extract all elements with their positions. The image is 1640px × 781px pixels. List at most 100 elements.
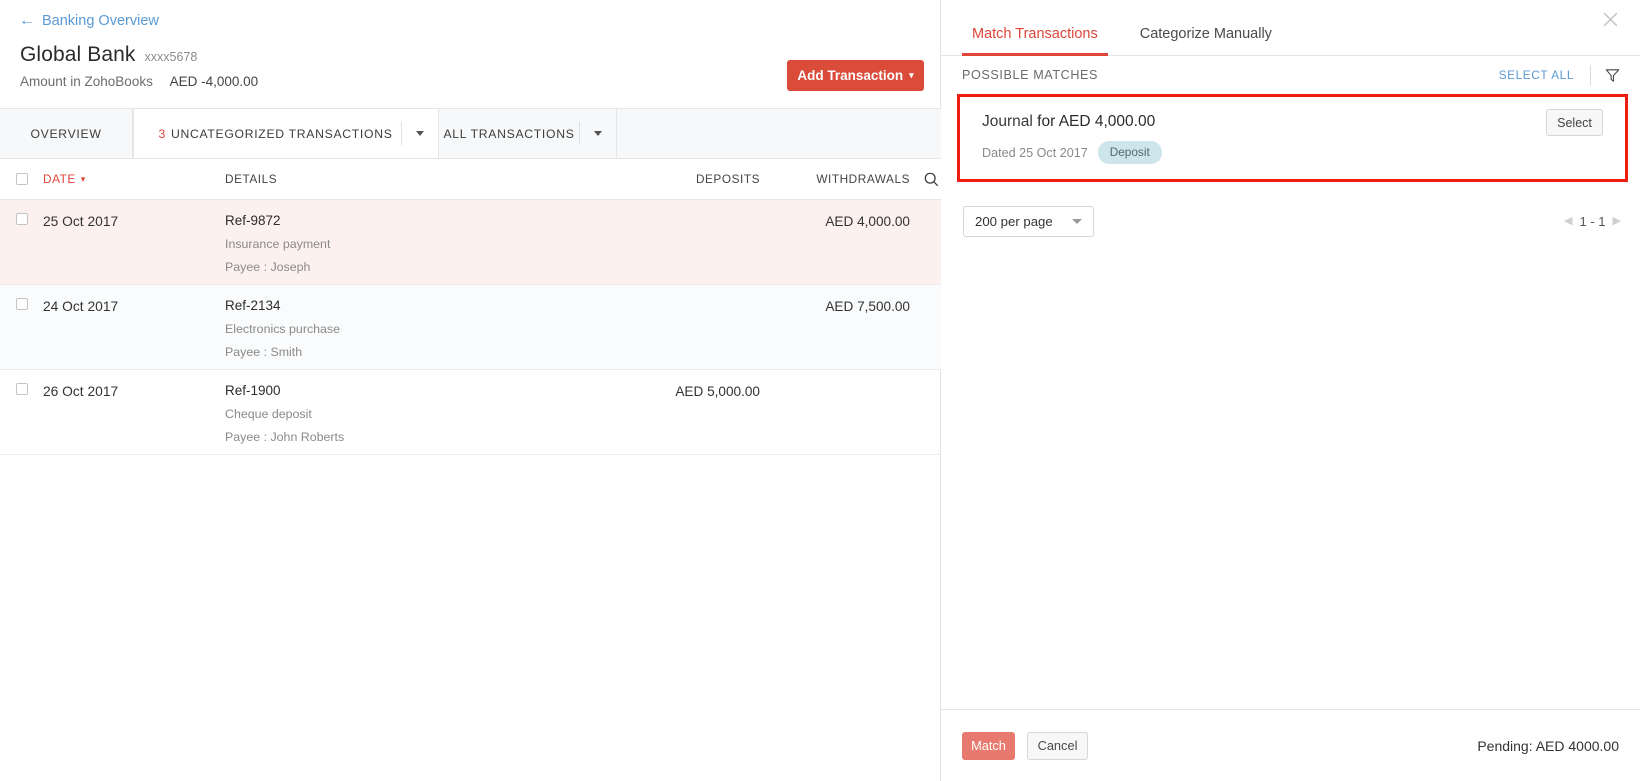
row-date: 24 Oct 2017 (43, 299, 119, 314)
table-search[interactable] (910, 172, 941, 187)
chevron-down-icon (593, 131, 602, 136)
filter-funnel-icon (1605, 68, 1620, 82)
row-date: 26 Oct 2017 (43, 384, 119, 399)
search-icon (924, 172, 939, 186)
page-range-controls: ◀ 1 - 1 ▶ (1564, 214, 1621, 229)
page-title: Global Bank (20, 43, 136, 66)
match-panel-footer: Match Cancel Pending: AED 4000.00 (941, 709, 1640, 781)
tab-overview-label: OVERVIEW (30, 126, 102, 141)
table-row[interactable]: 26 Oct 2017 Ref-1900 Cheque deposit Paye… (0, 370, 941, 455)
uncategorized-count: 3 (158, 126, 166, 141)
row-deposit: AED 5,000.00 (675, 384, 760, 399)
sort-descending-icon: ▾ (80, 173, 86, 184)
match-panel-tabbar: Match Transactions Categorize Manually (941, 0, 1640, 56)
status-badge: Deposit (1097, 141, 1162, 164)
divider (1590, 64, 1591, 86)
tab-uncategorized-transactions[interactable]: 3 UNCATEGORIZED TRANSACTIONS (133, 109, 401, 158)
select-match-button[interactable]: Select (1546, 109, 1603, 136)
row-reference: Ref-9872 (225, 213, 281, 228)
tab-all-dropdown[interactable] (579, 109, 617, 158)
row-reference: Ref-2134 (225, 298, 281, 313)
row-deposit (580, 213, 760, 214)
row-reference: Ref-1900 (225, 383, 281, 398)
row-checkbox-cell (0, 298, 43, 310)
page-range-label: 1 - 1 (1579, 213, 1606, 229)
banking-match-screen: ← Banking Overview Global Bank xxxx5678 … (0, 0, 1640, 781)
match-card-type: Journal (982, 113, 1033, 130)
row-select-checkbox[interactable] (15, 213, 28, 225)
panel-spacer (941, 244, 1640, 709)
chevron-left-icon[interactable]: ◀ (1564, 215, 1572, 227)
match-card-meta: Dated 25 Oct 2017 Deposit (982, 141, 1625, 164)
possible-matches-label: POSSIBLE MATCHES (962, 68, 1099, 82)
row-withdrawal: AED 4,000.00 (825, 214, 910, 229)
column-header-date[interactable]: DATE ▾ (43, 172, 225, 186)
close-icon (1603, 12, 1617, 26)
row-checkbox-cell (0, 383, 43, 395)
per-page-select[interactable]: 200 per page (963, 205, 1094, 237)
match-button[interactable]: Match (962, 731, 1015, 760)
row-description: Insurance payment (225, 237, 331, 251)
table-row[interactable]: 24 Oct 2017 Ref-2134 Electronics purchas… (0, 285, 941, 370)
chevron-down-icon (1072, 218, 1082, 224)
column-header-details: DETAILS (225, 172, 278, 186)
row-details: Ref-9872 Insurance payment Payee : Josep… (225, 213, 580, 274)
balance-label: Amount in ZohoBooks (20, 74, 153, 89)
back-arrow-icon: ← (19, 12, 35, 29)
row-deposit (580, 298, 760, 299)
add-transaction-label: Add Transaction (797, 68, 904, 83)
row-select-checkbox[interactable] (15, 383, 28, 395)
row-payee: Payee : John Roberts (225, 430, 345, 444)
select-all-rows-checkbox[interactable] (15, 173, 28, 185)
possible-match-highlight: Journal for AED 4,000.00 Dated 25 Oct 20… (957, 94, 1628, 182)
row-description: Electronics purchase (225, 322, 341, 336)
chevron-right-icon[interactable]: ▶ (1613, 215, 1621, 227)
add-transaction-button[interactable]: Add Transaction ▾ (787, 60, 924, 91)
row-select-checkbox[interactable] (15, 298, 28, 310)
tab-uncategorized-dropdown[interactable] (401, 109, 439, 158)
transaction-tabbar: OVERVIEW 3 UNCATEGORIZED TRANSACTIONS AL… (0, 108, 941, 159)
row-withdrawal: AED 7,500.00 (825, 299, 910, 314)
table-header: DATE ▾ DETAILS DEPOSITS WITHDRAWALS (0, 159, 941, 200)
possible-matches-bar: POSSIBLE MATCHES SELECT ALL (941, 56, 1640, 94)
table-row[interactable]: 25 Oct 2017 Ref-9872 Insurance payment P… (0, 200, 941, 285)
transactions-panel: ← Banking Overview Global Bank xxxx5678 … (0, 0, 941, 781)
match-card-title: Journal for AED 4,000.00 (982, 113, 1625, 131)
row-details: Ref-2134 Electronics purchase Payee : Sm… (225, 298, 580, 359)
column-header-date-label: DATE (43, 172, 76, 186)
match-panel: Match Transactions Categorize Manually P… (941, 0, 1640, 781)
row-withdrawal (760, 383, 910, 384)
chevron-down-icon: ▾ (909, 70, 914, 80)
tab-uncategorized-label: UNCATEGORIZED TRANSACTIONS (170, 126, 393, 141)
row-date: 25 Oct 2017 (43, 214, 119, 229)
balance-value: AED -4,000.00 (169, 74, 259, 89)
possible-matches-actions: SELECT ALL (1499, 64, 1640, 86)
cancel-button[interactable]: Cancel (1027, 731, 1088, 760)
tab-all-transactions[interactable]: ALL TRANSACTIONS (439, 109, 579, 158)
filter-button[interactable] (1604, 67, 1621, 84)
close-panel-button[interactable] (1599, 8, 1621, 30)
column-header-deposits: DEPOSITS (695, 172, 760, 186)
column-header-withdrawals: WITHDRAWALS (816, 172, 910, 186)
chevron-down-icon (415, 131, 424, 136)
breadcrumb-banking-overview[interactable]: ← Banking Overview (0, 0, 159, 30)
select-all-matches-link[interactable]: SELECT ALL (1499, 68, 1574, 82)
tabbar-filler (617, 109, 941, 158)
match-card-date: Dated 25 Oct 2017 (982, 145, 1088, 160)
row-checkbox-cell (0, 213, 43, 225)
account-number: xxxx5678 (144, 50, 198, 64)
tab-match-transactions[interactable]: Match Transactions (962, 26, 1108, 56)
pagination-bar: 200 per page ◀ 1 - 1 ▶ (941, 182, 1640, 244)
transactions-table-body: 25 Oct 2017 Ref-9872 Insurance payment P… (0, 200, 941, 455)
pending-amount: Pending: AED 4000.00 (1477, 737, 1619, 754)
row-details: Ref-1900 Cheque deposit Payee : John Rob… (225, 383, 580, 444)
row-description: Cheque deposit (225, 407, 312, 421)
row-payee: Payee : Smith (225, 345, 303, 359)
tab-all-label: ALL TRANSACTIONS (443, 126, 575, 141)
tab-overview[interactable]: OVERVIEW (0, 109, 133, 158)
tab-categorize-manually[interactable]: Categorize Manually (1130, 26, 1282, 55)
per-page-value: 200 per page (975, 213, 1053, 229)
row-payee: Payee : Joseph (225, 260, 311, 274)
match-card-amount: for AED 4,000.00 (1037, 113, 1156, 130)
match-card[interactable]: Journal for AED 4,000.00 Dated 25 Oct 20… (960, 97, 1625, 179)
